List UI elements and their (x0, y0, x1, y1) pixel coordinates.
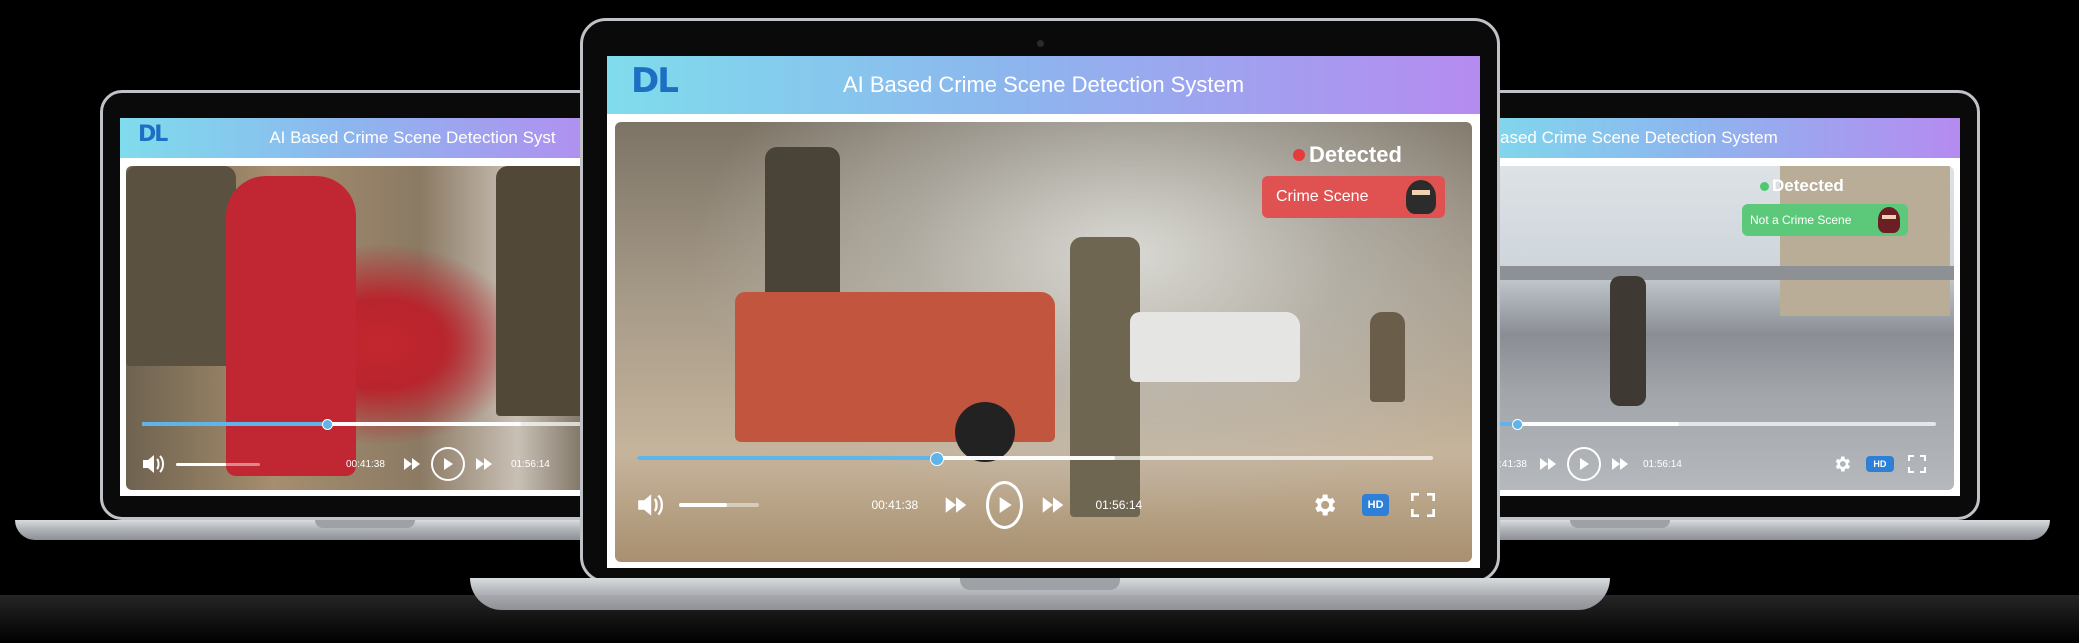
detection-badge-center: Crime Scene (1262, 176, 1445, 218)
laptop-left-notch (315, 520, 415, 528)
ninja-icon (1406, 180, 1436, 214)
video-player-center[interactable]: Detected Crime Scene 00:41:38 01:56:14 H… (615, 122, 1472, 562)
fast-forward-icon[interactable] (944, 496, 968, 514)
scene-white-car (1130, 312, 1300, 382)
controls-center: 00:41:38 01:56:14 HD (635, 477, 1435, 533)
floor-reflection (0, 595, 2079, 643)
fast-forward-icon[interactable] (1041, 496, 1065, 514)
volume-icon[interactable] (140, 451, 166, 477)
scene-man (1610, 276, 1646, 406)
progress-knob-center[interactable] (929, 452, 944, 466)
scene-soldier-far (1370, 312, 1405, 402)
detection-badge-right: Not a Crime Scene (1742, 204, 1908, 236)
volume-fill-center (679, 503, 728, 507)
scene-girl (226, 176, 356, 476)
current-time-left: 00:41:38 (346, 458, 385, 470)
volume-slider-center[interactable] (679, 503, 760, 507)
detection-status-center: Detected (1293, 142, 1402, 168)
status-dot-green (1760, 181, 1769, 191)
app-logo-center: DL (631, 61, 679, 101)
play-button-center[interactable] (986, 481, 1024, 529)
hd-button-right[interactable]: HD (1865, 456, 1894, 472)
scene-car-wheel (955, 402, 1015, 462)
ninja-icon (1878, 207, 1900, 233)
detection-label-right: Not a Crime Scene (1750, 213, 1852, 227)
app-title-center: AI Based Crime Scene Detection System (842, 72, 1245, 97)
detection-label-center: Crime Scene (1276, 188, 1369, 205)
fast-forward-icon[interactable] (1611, 457, 1629, 471)
fullscreen-icon[interactable] (1410, 493, 1435, 517)
gear-icon[interactable] (1832, 454, 1852, 474)
app-header-center: DL AI Based Crime Scene Detection System (607, 56, 1480, 114)
duration-center: 01:56:14 (1095, 498, 1143, 512)
app-logo-left: DL (138, 122, 168, 147)
current-time-center: 00:41:38 (871, 498, 919, 512)
fullscreen-icon[interactable] (1907, 455, 1926, 473)
duration-right: 01:56:14 (1642, 458, 1682, 470)
laptop-center: DL AI Based Crime Scene Detection System… (470, 18, 1610, 618)
hd-button-center[interactable]: HD (1362, 494, 1389, 516)
play-button-left[interactable] (430, 447, 465, 481)
progress-fill-left (142, 422, 327, 426)
scene-soldier-left (126, 166, 236, 366)
webcam (1037, 40, 1044, 47)
progress-knob-left[interactable] (321, 419, 333, 430)
detection-status-right: Detected (1760, 176, 1844, 196)
volume-slider-left[interactable] (176, 462, 260, 466)
volume-icon[interactable] (635, 489, 665, 521)
progress-fill-center (637, 456, 936, 460)
status-dot-red (1293, 149, 1305, 161)
laptop-center-notch (960, 578, 1120, 590)
progress-bar-center[interactable] (637, 452, 1433, 466)
gear-icon[interactable] (1310, 491, 1338, 519)
fast-forward-icon[interactable] (403, 457, 421, 471)
screen-center: DL AI Based Crime Scene Detection System… (607, 56, 1480, 568)
